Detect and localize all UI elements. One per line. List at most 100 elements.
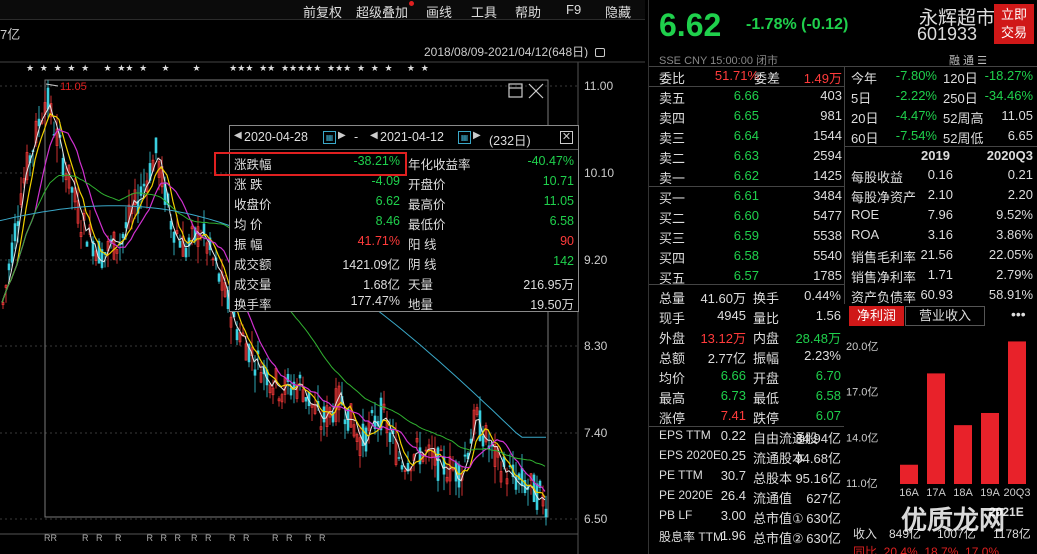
menu-tools[interactable]: 工具	[471, 2, 497, 21]
tab-net-profit[interactable]: 净利润	[849, 306, 904, 326]
sell-row[interactable]: 卖三 6.64 1544	[649, 127, 844, 147]
profit-bar[interactable]	[900, 464, 918, 484]
profit-x-tick: 18A	[953, 487, 973, 499]
valuation-value: 1.96	[720, 528, 746, 543]
fin-value: 1.71	[927, 267, 953, 282]
prev-date-arrow-icon[interactable]: ◀	[370, 130, 378, 141]
fin-value: 2.79%	[996, 267, 1033, 282]
stat-label: 跌停	[753, 411, 780, 426]
lock-icon[interactable]	[595, 48, 606, 57]
menu-hide[interactable]: 隐藏	[605, 2, 631, 21]
stat-value: 6.62	[375, 194, 400, 208]
next-date-arrow-icon[interactable]: ▶	[473, 130, 481, 141]
order-level-label: 买三	[659, 231, 686, 246]
quote-panel: 6.62 -1.78% (-0.12) 永辉超市 601933 立即 交易 SS…	[648, 0, 1037, 554]
fin-label: 销售毛利率	[851, 250, 917, 265]
y-tick: 9.20	[584, 253, 608, 267]
fin-value: 21.56	[920, 247, 953, 262]
watermark: 优质龙网	[901, 505, 1006, 535]
buy-row[interactable]: 买一 6.61 3484	[649, 187, 844, 207]
next-date-arrow-icon[interactable]: ▶	[338, 130, 346, 141]
y-tick: 10.10	[584, 166, 614, 180]
fin-label: 每股收益	[851, 170, 904, 185]
perf-value: -7.80%	[895, 68, 937, 83]
perf-value: -7.54%	[895, 128, 937, 143]
sell-row[interactable]: 卖五 6.66 403	[649, 87, 844, 107]
days-count: (232日)	[489, 134, 531, 148]
fin-label: ROE	[851, 207, 880, 222]
valuation-label: EPS 2020E	[659, 448, 722, 462]
stat-row: 均 价 8.46 最低价 6.58	[230, 211, 578, 232]
buy-row[interactable]: 买二 6.60 5477	[649, 207, 844, 227]
current-price: 6.62	[659, 7, 722, 43]
stat-label: 现手	[659, 311, 686, 326]
menu-f9[interactable]: F9	[566, 2, 581, 17]
profit-bar[interactable]	[1008, 341, 1026, 484]
order-level-label: 卖二	[659, 151, 686, 166]
order-volume: 2594	[813, 148, 842, 163]
sell-row[interactable]: 卖四 6.65 981	[649, 107, 844, 127]
end-date[interactable]: 2021-04-12	[380, 130, 444, 144]
calendar-icon[interactable]: ▦	[323, 131, 336, 144]
stat-label: 振幅	[753, 351, 780, 366]
stat-label: 外盘	[659, 331, 686, 346]
profit-x-tick: 17A	[926, 487, 946, 499]
sell-row[interactable]: 卖二 6.63 2594	[649, 147, 844, 167]
order-volume: 1425	[813, 168, 842, 183]
stat-label: 换手率	[234, 298, 272, 312]
date-range-text: 2018/08/09-2021/04/12(648日)	[424, 45, 589, 59]
weibi-row[interactable]: 委比 51.71% 1.49万	[649, 67, 844, 87]
buy-row[interactable]: 买四 6.58 5540	[649, 247, 844, 267]
profit-bar[interactable]	[981, 412, 999, 484]
y-tick: 11.00	[584, 79, 613, 93]
order-volume: 403	[820, 88, 842, 103]
fin-value: 7.96	[927, 207, 953, 222]
date-separator: -	[354, 130, 359, 144]
calendar-icon[interactable]: ▦	[458, 131, 471, 144]
menu-draw-line[interactable]: 画线	[426, 2, 452, 21]
stat-value: -4.09	[371, 174, 401, 188]
prev-date-arrow-icon[interactable]: ◀	[234, 130, 242, 141]
order-volume: 1785	[813, 268, 842, 283]
menu-help[interactable]: 帮助	[515, 2, 541, 21]
trade-button-line1: 立即	[1000, 7, 1027, 22]
menu-super-overlay[interactable]: 超级叠加	[356, 2, 408, 21]
stat-value: 41.60万	[700, 291, 746, 306]
stat-value: 6.58	[815, 388, 841, 403]
tab-revenue[interactable]: 营业收入	[905, 306, 985, 326]
profit-bar[interactable]	[927, 373, 945, 484]
perf-label: 52周低	[943, 131, 984, 146]
fin-year: 2020Q3	[986, 148, 1033, 163]
fin-label: 每股净资产	[851, 190, 917, 205]
fin-value: 9.52%	[996, 207, 1033, 222]
stat-value: 13.12万	[700, 331, 746, 346]
order-price: 6.65	[733, 108, 759, 123]
order-volume: 5538	[813, 228, 842, 243]
order-level-label: 买四	[659, 251, 686, 266]
close-icon[interactable]: ✕	[560, 131, 573, 144]
perf-value: -2.22%	[895, 88, 937, 103]
fin-value: 2.20	[1007, 187, 1033, 202]
stat-label: 最高	[659, 391, 686, 406]
stat-value: 28.48万	[795, 331, 841, 346]
valuation-label: 总市值②	[753, 531, 804, 546]
order-price: 6.59	[733, 228, 759, 243]
bottom-markers: RR R R R R R R R R R R R R R R	[44, 533, 326, 543]
valuation-value: 95.16亿	[795, 471, 841, 486]
trade-now-button[interactable]: 立即 交易	[994, 4, 1034, 44]
buy-row[interactable]: 买三 6.59 5538	[649, 227, 844, 247]
stat-row: 换手率 177.47% 地量 19.50万	[230, 291, 578, 312]
perf-value: -34.46%	[984, 88, 1033, 103]
start-date[interactable]: 2020-04-28	[244, 130, 308, 144]
order-price: 51.71%	[714, 68, 759, 83]
highlight-box	[214, 152, 407, 176]
perf-value: 6.65	[1007, 128, 1033, 143]
menu-adjusted-price[interactable]: 前复权	[303, 2, 342, 21]
stat-value: 0.44%	[804, 288, 841, 303]
stat-label: 总量	[659, 291, 686, 306]
trade-button-line2: 交易	[1000, 25, 1027, 40]
profit-bar[interactable]	[954, 425, 972, 484]
sell-row[interactable]: 卖一 6.62 1425	[649, 167, 844, 187]
stat-label: 涨停	[659, 411, 686, 426]
more-icon[interactable]: •••	[1011, 306, 1026, 322]
